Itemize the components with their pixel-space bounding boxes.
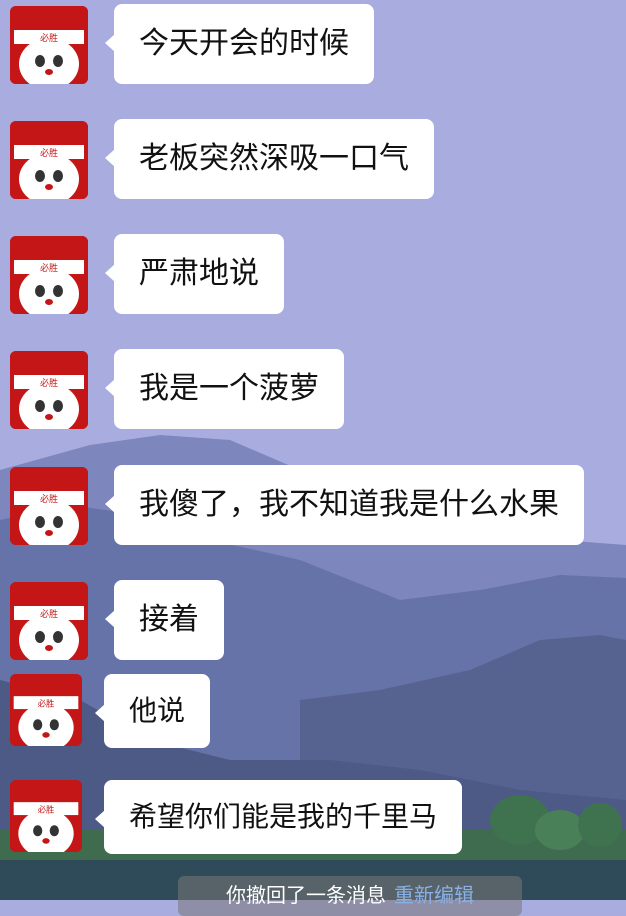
avatar[interactable]: 必胜 (10, 6, 88, 84)
svg-text:必胜: 必胜 (40, 147, 58, 159)
mascot-avatar-icon: 必胜 (10, 467, 88, 545)
svg-text:必胜: 必胜 (40, 377, 58, 389)
re-edit-link[interactable]: 重新编辑 (394, 883, 474, 907)
mascot-avatar-icon: 必胜 (10, 6, 88, 84)
svg-text:必胜: 必胜 (40, 32, 58, 44)
message-bubble[interactable]: 我是一个菠萝 (105, 349, 344, 429)
message-bubble[interactable]: 老板突然深吸一口气 (105, 119, 434, 199)
message-bubble[interactable]: 严肃地说 (105, 234, 284, 314)
avatar[interactable]: 必胜 (10, 351, 88, 429)
message-bubble[interactable]: 他说 (94, 674, 211, 748)
mascot-avatar-icon: 必胜 (10, 674, 82, 746)
recall-notice: 你撤回了一条消息 重新编辑 (178, 876, 522, 916)
svg-text:必胜: 必胜 (38, 698, 55, 708)
message-bubble[interactable]: 我傻了，我不知道我是什么水果 (105, 465, 584, 545)
message-bubble[interactable]: 希望你们能是我的千里马 (94, 780, 463, 854)
avatar[interactable]: 必胜 (10, 121, 88, 199)
avatar[interactable]: 必胜 (10, 582, 88, 660)
svg-text:必胜: 必胜 (38, 804, 55, 814)
recall-notice-text: 你撤回了一条消息 (226, 883, 386, 907)
message-bubble[interactable]: 今天开会的时候 (105, 4, 374, 84)
message-bubble[interactable]: 接着 (105, 580, 224, 660)
mascot-avatar-icon: 必胜 (10, 236, 88, 314)
mascot-avatar-icon: 必胜 (10, 351, 88, 429)
avatar[interactable]: 必胜 (10, 674, 82, 746)
svg-text:必胜: 必胜 (40, 608, 58, 620)
avatar[interactable]: 必胜 (10, 780, 82, 852)
avatar[interactable]: 必胜 (10, 467, 88, 545)
mascot-avatar-icon: 必胜 (10, 121, 88, 199)
mascot-avatar-icon: 必胜 (10, 582, 88, 660)
mascot-avatar-icon: 必胜 (10, 780, 82, 852)
avatar[interactable]: 必胜 (10, 236, 88, 314)
svg-text:必胜: 必胜 (40, 262, 58, 274)
svg-text:必胜: 必胜 (40, 493, 58, 505)
